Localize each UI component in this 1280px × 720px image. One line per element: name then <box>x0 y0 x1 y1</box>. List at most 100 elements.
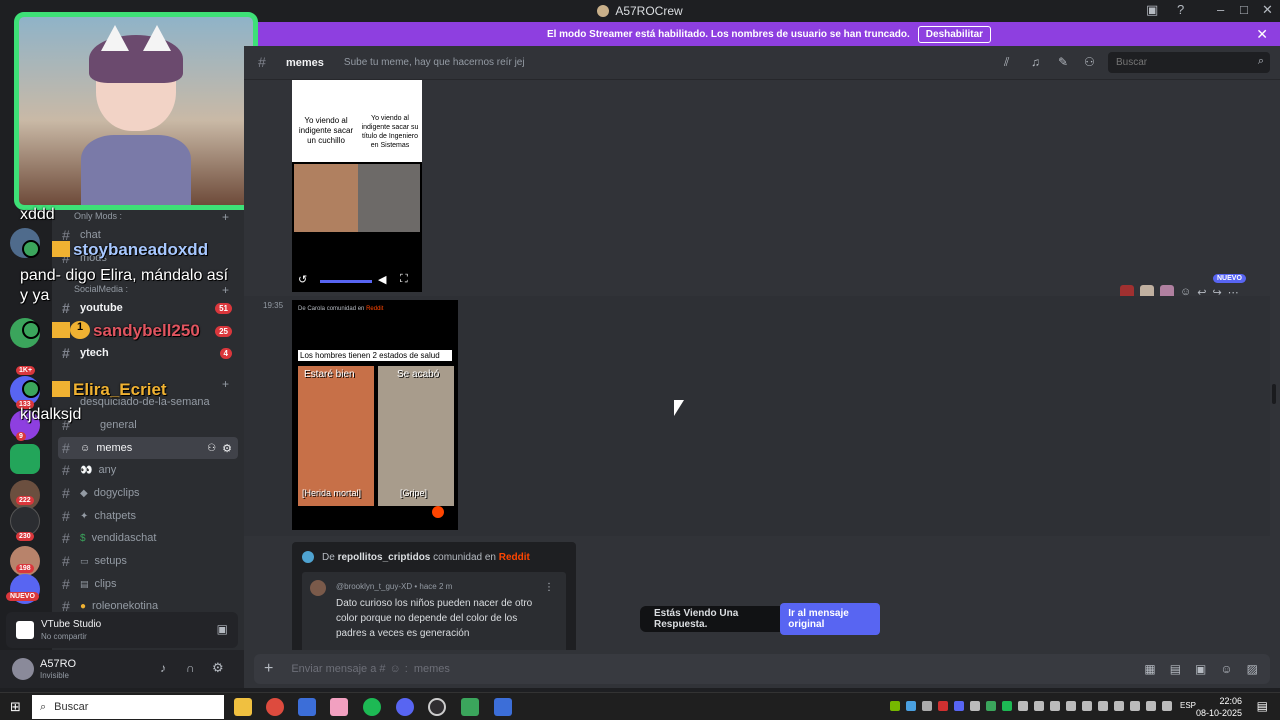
sub-badge-icon: 1 <box>70 321 90 339</box>
channel-topic: Sube tu meme, hay que hacernos reír jej <box>343 57 525 68</box>
app-icon[interactable] <box>298 698 316 716</box>
maximize-icon[interactable]: □ <box>1240 2 1248 17</box>
hash-icon: # <box>62 462 70 478</box>
tray-icon[interactable] <box>1066 701 1076 711</box>
apps-icon[interactable]: ▨ <box>1247 662 1258 676</box>
jump-to-original-button[interactable]: Ir al mensaje original <box>780 603 880 635</box>
threads-icon[interactable]: ⫽ <box>1004 55 1009 70</box>
video-progress-bar[interactable] <box>320 280 372 283</box>
tray-icon[interactable] <box>1098 701 1108 711</box>
cat-emoji-icon: ☺ <box>80 442 91 454</box>
tray-icon[interactable] <box>906 701 916 711</box>
windows-start-icon[interactable]: ⊞ <box>10 699 21 715</box>
inbox-icon[interactable]: ▣ <box>1146 2 1158 18</box>
overlay-username: Elira_Ecriet <box>73 380 167 399</box>
tray-icon[interactable] <box>1002 701 1012 711</box>
channel-dogyclips[interactable]: # ◆ dogyclips <box>58 482 238 504</box>
clock-date: 08-10-2025 <box>1195 708 1242 718</box>
headphones-icon[interactable]: ∩ <box>186 661 195 675</box>
spotify-icon[interactable] <box>363 698 381 716</box>
comment-avatar <box>310 580 326 596</box>
tray-icon[interactable] <box>938 701 948 711</box>
close-icon[interactable]: ✕ <box>1256 26 1268 43</box>
channel-setups[interactable]: # ▭ setups <box>58 550 238 572</box>
channel-label: chatpets <box>94 510 136 522</box>
message-input[interactable]: + Enviar mensaje a # ☺ : memes ▦ ▤ ▣ ☺ ▨ <box>254 654 1270 684</box>
add-member-icon[interactable]: ⚇ <box>207 443 216 454</box>
tray-icon[interactable] <box>1082 701 1092 711</box>
sticker-icon[interactable]: ▣ <box>1195 662 1206 676</box>
settings-icon[interactable]: ⚙ <box>222 442 232 455</box>
notifications-icon[interactable]: ▤ <box>1257 699 1268 713</box>
fullscreen-icon[interactable]: ⛶ <box>400 273 408 286</box>
channel-label: vendidaschat <box>91 532 157 544</box>
app-icon[interactable] <box>461 698 479 716</box>
gif-icon[interactable]: ▤ <box>1170 662 1181 676</box>
app-icon[interactable] <box>330 698 348 716</box>
tray-icon[interactable] <box>986 701 996 711</box>
image-attachment[interactable]: De Carola comunidad en Reddit Los hombre… <box>292 300 458 530</box>
taskbar-clock[interactable]: 22:06 08-10-2025 <box>1196 695 1242 719</box>
meme-label: [Gripe] <box>400 488 428 498</box>
minimize-icon[interactable]: – <box>1217 2 1224 17</box>
help-icon[interactable]: ? <box>1177 2 1184 17</box>
tray-icon[interactable] <box>922 701 932 711</box>
video-attachment[interactable]: Yo viendo al indigente sacar un cuchillo… <box>292 80 422 292</box>
comment-author: @brooklyn_t_guy-XD • hace 2 m <box>336 582 453 591</box>
add-attachment-icon[interactable]: + <box>264 660 273 678</box>
gift-icon[interactable]: ▦ <box>1144 662 1155 676</box>
file-explorer-icon[interactable] <box>234 698 252 716</box>
channel-vendidaschat[interactable]: # $ vendidaschat <box>58 527 238 549</box>
category-only-mods[interactable]: Only Mods : <box>74 211 122 221</box>
bell-icon[interactable]: ♫ <box>1031 55 1040 69</box>
tray-icon[interactable] <box>1050 701 1060 711</box>
tray-icon[interactable] <box>970 701 980 711</box>
channel-chatpets[interactable]: # ✦ chatpets <box>58 505 238 527</box>
reddit-embed[interactable]: De repollitos_criptidos comunidad en Red… <box>292 542 576 650</box>
tray-icon[interactable] <box>890 701 900 711</box>
scrollbar-thumb[interactable] <box>1272 384 1276 404</box>
tray-icon[interactable] <box>954 701 964 711</box>
server-icon <box>597 5 610 17</box>
mention-badge: 222 <box>16 496 34 505</box>
tray-icon[interactable] <box>1130 701 1140 711</box>
replay-icon[interactable]: ↺ <box>298 273 307 286</box>
tray-icon[interactable] <box>1162 701 1172 711</box>
taskbar-search-label: Buscar <box>54 701 89 713</box>
channel-memes[interactable]: # ☺ memes ⚇ ⚙ <box>58 437 238 459</box>
taskbar-search[interactable]: ⌕ Buscar <box>32 695 224 719</box>
discord-icon[interactable] <box>396 698 414 716</box>
channel-any[interactable]: # 👀 any <box>58 459 238 481</box>
disable-streamer-button[interactable]: Deshabilitar <box>917 25 992 43</box>
pin-icon[interactable]: ✎ <box>1058 55 1068 69</box>
volume-icon[interactable]: ◀ <box>378 273 386 286</box>
channel-ytech[interactable]: # ytech 4 <box>58 342 238 364</box>
mod-badge-icon <box>22 240 40 258</box>
close-window-icon[interactable]: ✕ <box>1262 2 1273 18</box>
emoji-icon[interactable]: ☺ <box>1220 662 1232 676</box>
app-grid-icon[interactable] <box>494 698 512 716</box>
mic-icon[interactable]: ♪ <box>160 661 166 675</box>
user-settings-icon[interactable]: ⚙ <box>212 660 224 676</box>
add-channel-icon[interactable]: + <box>222 377 229 391</box>
tray-icon[interactable] <box>1114 701 1124 711</box>
tray-icon[interactable] <box>1146 701 1156 711</box>
channel-clips[interactable]: # ▤ clips <box>58 573 238 595</box>
members-icon[interactable]: ⚇ <box>1084 55 1095 69</box>
tray-icon[interactable] <box>1034 701 1044 711</box>
obs-icon[interactable] <box>428 698 446 716</box>
message-composer: + Enviar mensaje a # ☺ : memes ▦ ▤ ▣ ☺ ▨ <box>244 650 1280 688</box>
more-options-icon[interactable]: ⋮ <box>544 582 554 593</box>
chrome-icon[interactable] <box>266 698 284 716</box>
vtube-studio-panel[interactable]: VTube Studio No compartir ▣ <box>6 612 238 648</box>
search-input[interactable] <box>1108 52 1270 73</box>
server-icon[interactable] <box>10 444 40 474</box>
tray-icon[interactable] <box>1018 701 1028 711</box>
dog-icon: ◆ <box>80 487 88 499</box>
input-language[interactable]: ESP <box>1180 701 1196 710</box>
screen-share-icon[interactable]: ▣ <box>217 622 228 636</box>
search-icon: ⌕ <box>40 700 47 713</box>
avatar[interactable] <box>12 658 34 680</box>
channel-general[interactable]: # general <box>58 414 238 436</box>
add-channel-icon[interactable]: + <box>222 210 229 224</box>
